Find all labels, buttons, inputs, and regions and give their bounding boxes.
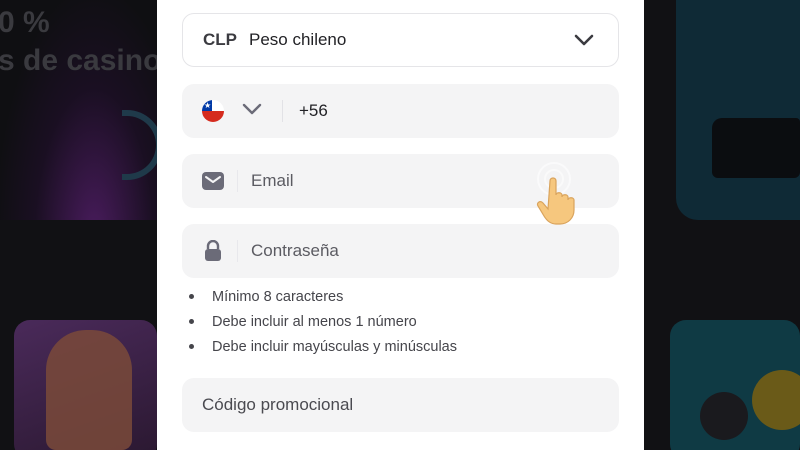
chevron-down-icon[interactable]: [242, 102, 262, 121]
promo-code-placeholder: Código promocional: [202, 395, 354, 414]
game-card-character-image: [46, 330, 132, 450]
banner-headline-line-1: 0 %: [0, 6, 50, 39]
chile-flag-icon[interactable]: ★: [202, 100, 224, 122]
field-divider: [282, 100, 283, 122]
banner-headline: 0 % s de casino: [0, 4, 161, 80]
pointing-hand-icon: [530, 157, 590, 227]
promo-banner-right: [676, 0, 800, 220]
currency-select[interactable]: CLP Peso chileno: [182, 13, 619, 67]
password-requirement: Debe incluir mayúsculas y minúsculas: [187, 337, 457, 362]
car-image: [712, 118, 800, 178]
email-placeholder: Email: [251, 171, 294, 190]
lock-icon: [202, 240, 224, 262]
phone-field[interactable]: ★ +56: [182, 84, 619, 138]
password-requirement: Mínimo 8 caracteres: [187, 287, 457, 312]
chevron-down-icon[interactable]: [574, 33, 594, 52]
promo-code-field[interactable]: Código promocional: [182, 378, 619, 432]
password-placeholder: Contraseña: [251, 241, 339, 260]
banner-headline-line-2: s de casino: [0, 44, 162, 77]
currency-code: CLP: [203, 30, 237, 49]
password-requirement: Debe incluir al menos 1 número: [187, 312, 457, 337]
phone-prefix[interactable]: +56: [299, 101, 328, 121]
password-field[interactable]: Contraseña: [182, 224, 619, 278]
password-requirements-list: Mínimo 8 caracteres Debe incluir al meno…: [187, 287, 457, 362]
field-divider: [237, 170, 238, 192]
game-card-ball-image: [700, 392, 748, 440]
field-divider: [237, 240, 238, 262]
currency-name: Peso chileno: [249, 30, 347, 49]
envelope-icon: [202, 170, 224, 192]
